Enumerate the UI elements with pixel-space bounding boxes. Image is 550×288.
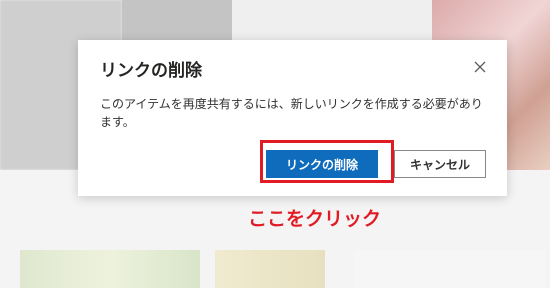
background-thumbnail [355,250,545,288]
click-here-annotation: ここをクリック [248,208,382,230]
dialog-title: リンクの削除 [100,61,202,81]
dialog-message: このアイテムを再度共有するには、新しいリンクを作成する必要があります。 [100,97,483,129]
close-icon[interactable] [472,59,488,75]
background-thumbnail [20,250,200,288]
background-thumbnail [122,0,232,45]
background-thumbnail [215,250,325,288]
remove-link-button[interactable]: リンクの削除 [266,150,378,178]
cancel-button[interactable]: キャンセル [394,150,486,178]
background-thumbnail [232,0,432,45]
remove-link-dialog: リンクの削除 このアイテムを再度共有するには、新しいリンクを作成する必要がありま… [78,40,507,196]
